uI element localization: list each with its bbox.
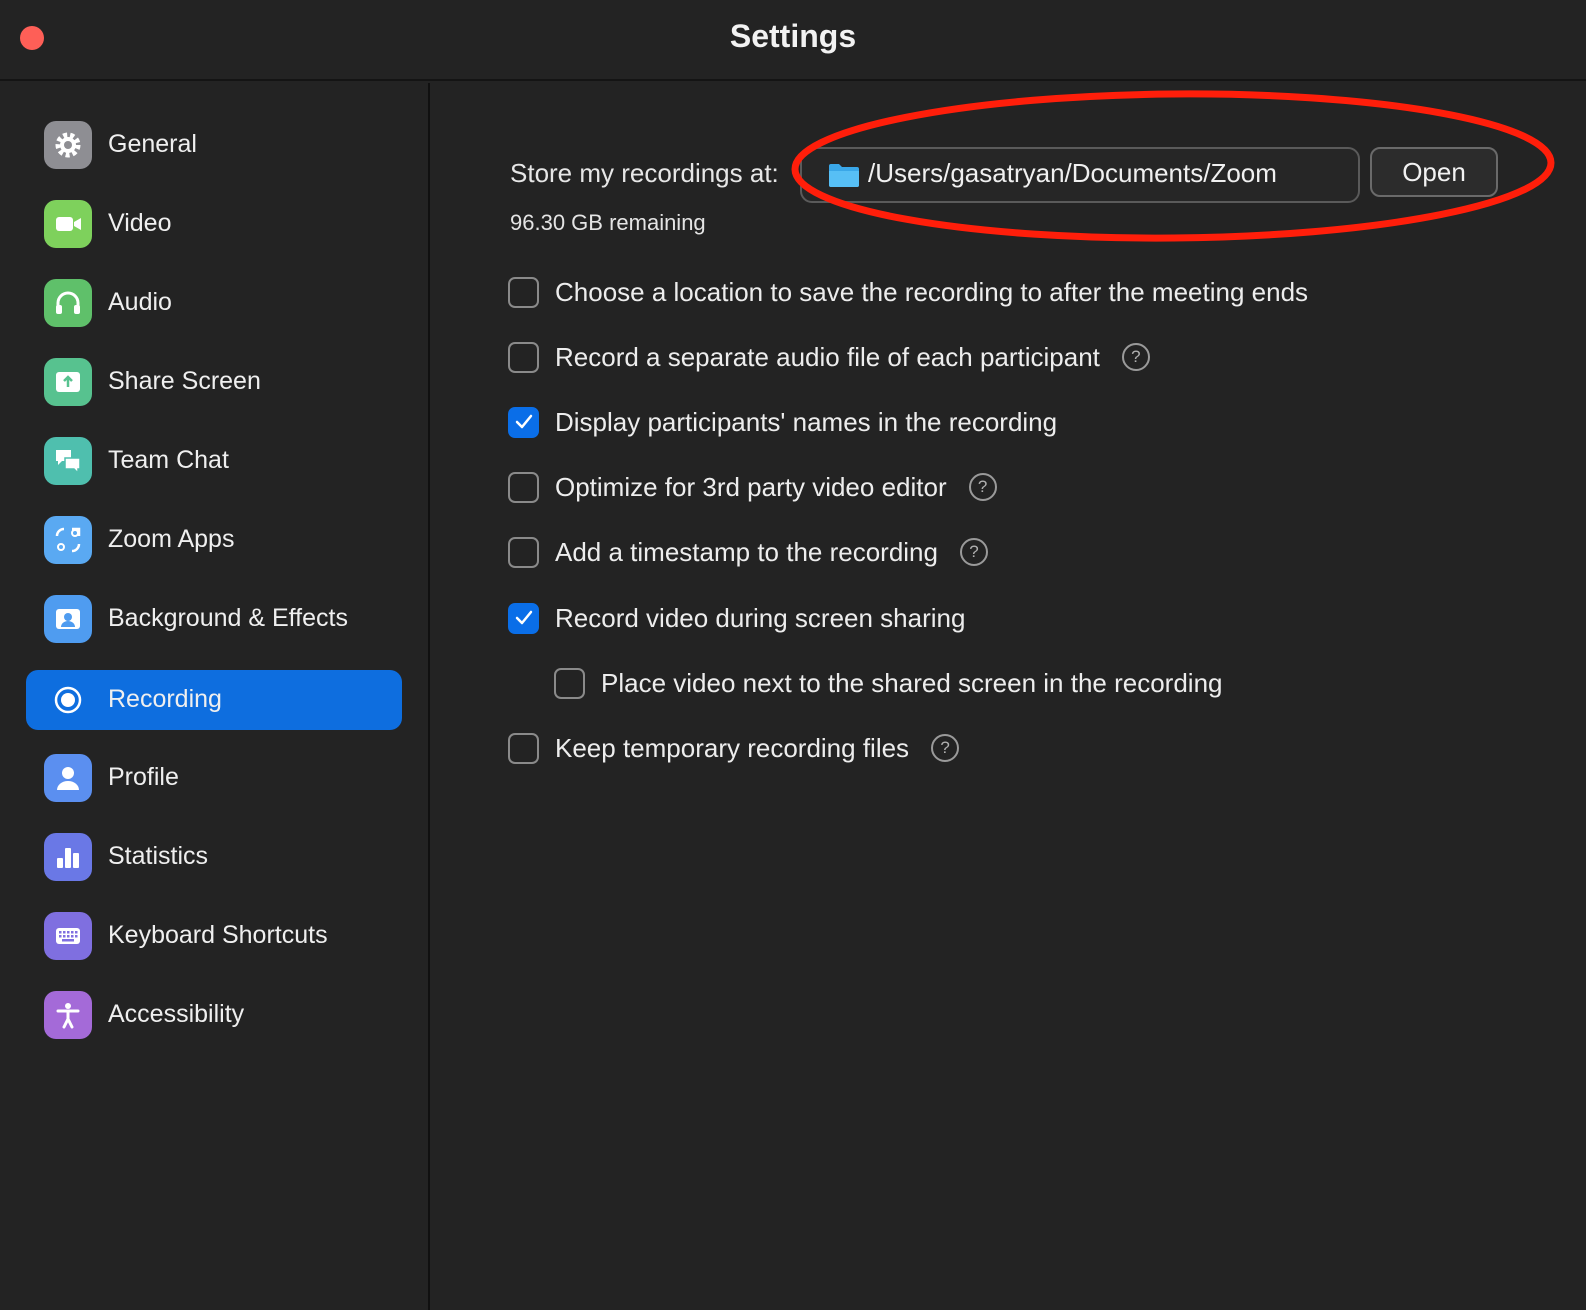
sidebar-item-label: Zoom Apps [108, 525, 235, 553]
option-label: Record a separate audio file of each par… [555, 341, 1100, 372]
window-title: Settings [729, 18, 857, 54]
option-label: Place video next to the shared screen in… [601, 667, 1223, 698]
option-label: Choose a location to save the recording … [555, 276, 1309, 307]
share-screen-icon [44, 358, 92, 406]
sidebar-item-share-screen[interactable]: Share Screen [26, 352, 402, 412]
sidebar-item-label: Profile [108, 763, 179, 791]
checkbox[interactable] [554, 667, 585, 699]
sidebar-item-background-effects[interactable]: Background & Effects [26, 589, 402, 649]
sidebar-item-general[interactable]: General [26, 115, 402, 175]
recording-path-text: /Users/gasatryan/Documents/Zoom [868, 158, 1277, 188]
option-label: Record video during screen sharing [555, 602, 966, 633]
sidebar-item-keyboard-shortcuts[interactable]: Keyboard Shortcuts [26, 906, 402, 966]
background-person-icon [44, 595, 92, 643]
sidebar-item-label: Recording [108, 685, 222, 713]
sidebar-item-recording[interactable]: Recording [26, 670, 402, 730]
record-icon [44, 676, 92, 724]
sidebar-item-accessibility[interactable]: Accessibility [26, 985, 402, 1045]
recording-settings-panel: Store my recordings at: /Users/gasatryan… [432, 83, 1586, 1310]
apps-icon [44, 516, 92, 564]
title-bar: Settings [0, 0, 1586, 81]
checkbox[interactable] [508, 471, 539, 503]
help-icon[interactable]: ? [1121, 343, 1150, 371]
option-label: Display participants' names in the recor… [555, 406, 1058, 437]
sidebar-item-label: Keyboard Shortcuts [108, 921, 328, 949]
accessibility-icon [44, 991, 92, 1039]
sidebar-item-label: Background & Effects [108, 604, 348, 632]
sidebar-item-label: Audio [108, 288, 172, 316]
recording-path-field[interactable]: /Users/gasatryan/Documents/Zoom [800, 147, 1360, 203]
gear-icon [44, 121, 92, 169]
sidebar-item-label: Share Screen [108, 367, 261, 395]
option-label: Add a timestamp to the recording [555, 536, 938, 567]
sidebar-item-zoom-apps[interactable]: Zoom Apps [26, 510, 402, 570]
option-label: Optimize for 3rd party video editor [555, 471, 947, 502]
sidebar-item-audio[interactable]: Audio [26, 273, 402, 333]
option-choose-location[interactable]: Choose a location to save the recording … [508, 272, 1308, 312]
checkbox[interactable] [508, 276, 539, 308]
store-recordings-label: Store my recordings at: [510, 158, 779, 188]
headphones-icon [44, 279, 92, 327]
folder-icon [829, 164, 859, 187]
checkbox[interactable] [508, 732, 539, 764]
sidebar-item-video[interactable]: Video [26, 194, 402, 254]
help-icon[interactable]: ? [968, 473, 997, 501]
keyboard-icon [44, 912, 92, 960]
option-separate-audio[interactable]: Record a separate audio file of each par… [508, 337, 1150, 377]
sidebar-item-team-chat[interactable]: Team Chat [26, 431, 402, 491]
checkmark-icon [515, 610, 532, 625]
option-record-video-sharing[interactable]: Record video during screen sharing [508, 598, 965, 638]
checkbox-checked[interactable] [508, 602, 539, 634]
option-keep-temp-files[interactable]: Keep temporary recording files ? [508, 728, 960, 768]
video-camera-icon [44, 200, 92, 248]
option-place-video-next[interactable]: Place video next to the shared screen in… [554, 663, 1223, 703]
help-icon[interactable]: ? [931, 734, 960, 762]
option-display-names[interactable]: Display participants' names in the recor… [508, 402, 1057, 442]
settings-sidebar: General Video Audio Share Screen Team Ch… [0, 83, 430, 1310]
sidebar-item-label: Statistics [108, 842, 209, 870]
option-optimize-editor[interactable]: Optimize for 3rd party video editor ? [508, 467, 997, 507]
checkbox[interactable] [508, 341, 539, 373]
option-timestamp[interactable]: Add a timestamp to the recording ? [508, 532, 988, 572]
chat-bubbles-icon [44, 437, 92, 485]
sidebar-item-statistics[interactable]: Statistics [26, 827, 402, 887]
bar-chart-icon [44, 833, 92, 881]
sidebar-item-label: Video [108, 209, 172, 237]
sidebar-item-label: General [108, 130, 197, 158]
checkmark-icon [515, 414, 532, 429]
open-folder-button[interactable]: Open [1370, 147, 1498, 197]
checkbox[interactable] [508, 536, 539, 568]
sidebar-item-label: Team Chat [108, 446, 229, 474]
storage-remaining-text: 96.30 GB remaining [510, 210, 706, 235]
help-icon[interactable]: ? [959, 538, 988, 566]
profile-person-icon [44, 754, 92, 802]
sidebar-item-label: Accessibility [108, 1000, 245, 1028]
option-label: Keep temporary recording files [555, 732, 910, 763]
sidebar-item-profile[interactable]: Profile [26, 748, 402, 808]
checkbox-checked[interactable] [508, 406, 539, 438]
